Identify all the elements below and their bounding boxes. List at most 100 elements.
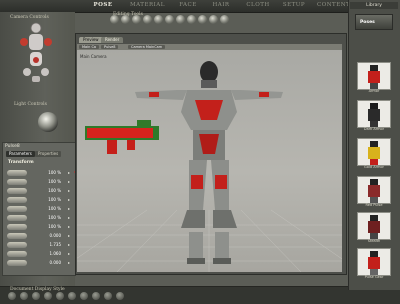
param-value[interactable]: 1.060 (41, 251, 61, 256)
tab-cloth[interactable]: CLOTH (246, 1, 270, 10)
style-cartoon-icon[interactable] (92, 292, 100, 300)
tool-translate-in-icon[interactable] (143, 15, 152, 24)
param-row[interactable]: 100 % ▸ (7, 187, 73, 195)
library-thumb[interactable] (357, 176, 391, 204)
tab-parameters[interactable]: Parameters (6, 151, 35, 157)
tool-twist-icon[interactable] (121, 15, 130, 24)
tab-setup[interactable]: SETUP (282, 1, 306, 10)
tab-face[interactable]: FACE (178, 1, 198, 10)
param-row[interactable]: 100 % ▸ (7, 205, 73, 213)
tab-render[interactable]: Render (101, 37, 124, 43)
transform-section-label[interactable]: Transform (8, 160, 34, 165)
camera-controls-label: Camera Controls (10, 15, 49, 20)
style-flat-shaded-icon[interactable] (68, 292, 76, 300)
param-dial[interactable] (7, 179, 27, 185)
figure-control-icon[interactable] (18, 22, 54, 84)
library-thumb-caption: Dark Armor (363, 127, 385, 131)
param-row[interactable]: 0.000 ▸ (7, 259, 73, 267)
tab-properties[interactable]: Properties (35, 151, 62, 157)
figure-chip[interactable]: Pulse8 (101, 45, 119, 49)
param-row[interactable]: 100 % ▸ (7, 178, 73, 186)
library-thumb[interactable] (357, 62, 391, 90)
light-control-ball[interactable] (38, 112, 58, 132)
tab-preview[interactable]: Preview (79, 37, 103, 43)
param-menu-arrow-icon[interactable]: ▸ (68, 224, 72, 229)
library-thumb[interactable] (357, 248, 391, 276)
param-menu-arrow-icon[interactable]: ▸ (68, 215, 72, 220)
parameters-panel: Pulse8 Parameters Properties Transform 1… (2, 142, 76, 276)
param-dial[interactable] (7, 242, 27, 248)
library-thumb[interactable] (357, 212, 391, 240)
param-value[interactable]: 100 % (41, 170, 61, 175)
param-dial[interactable] (7, 206, 27, 212)
param-menu-arrow-icon[interactable]: ▸ (68, 242, 72, 247)
library-thumb[interactable] (357, 138, 391, 166)
param-dial[interactable] (7, 215, 27, 221)
param-row[interactable]: 100 % ▸ (7, 214, 73, 222)
style-silhouette-icon[interactable] (8, 292, 16, 300)
tab-content[interactable]: CONTENT (317, 1, 350, 10)
param-value[interactable]: 100 % (41, 179, 61, 184)
param-menu-arrow-icon[interactable]: ▸ (68, 233, 72, 238)
param-menu-arrow-icon[interactable]: ▸ (68, 197, 72, 202)
param-menu-arrow-icon[interactable]: ▸ (68, 170, 72, 175)
figure-thumb-icon (368, 141, 380, 165)
param-value[interactable]: 100 % (41, 206, 61, 211)
param-menu-arrow-icon[interactable]: ▸ (68, 260, 72, 265)
library-thumb[interactable] (357, 100, 391, 128)
param-menu-arrow-icon[interactable]: ▸ (68, 251, 72, 256)
style-lit-wireframe-icon[interactable] (56, 292, 64, 300)
figure-thumb-icon (368, 251, 380, 275)
param-value[interactable]: 100 % (41, 224, 61, 229)
viewport-canvas[interactable] (77, 50, 342, 272)
camera-chip[interactable]: Main Ca (79, 45, 100, 49)
param-dial[interactable] (7, 197, 27, 203)
param-row[interactable]: 100 % ▸ (7, 169, 73, 177)
tool-color-icon[interactable] (187, 15, 196, 24)
param-row[interactable]: 100 % ▸ (7, 223, 73, 231)
param-value[interactable]: 100 % (41, 215, 61, 220)
style-texture-shaded-icon[interactable] (116, 292, 124, 300)
param-dial[interactable] (7, 260, 27, 266)
param-menu-arrow-icon[interactable]: ▸ (68, 206, 72, 211)
param-row[interactable]: 100 % ▸ (7, 196, 73, 204)
param-menu-arrow-icon[interactable]: ▸ (68, 188, 72, 193)
param-dial[interactable] (7, 188, 27, 194)
tab-material[interactable]: MATERIAL (130, 1, 164, 10)
param-value[interactable]: 100 % (41, 188, 61, 193)
param-dial[interactable] (7, 224, 27, 230)
param-row[interactable]: 1.060 ▸ (7, 250, 73, 258)
library-thumb-caption: Pulse Gear (364, 275, 384, 279)
param-value[interactable]: 0.000 (41, 260, 61, 265)
param-value[interactable]: 100 % (41, 197, 61, 202)
camera-select-chip[interactable]: Camera MainCam (128, 45, 166, 49)
style-flat-lined-icon[interactable] (80, 292, 88, 300)
library-thumb-caption: Red Pulse (365, 203, 383, 207)
param-dial[interactable] (7, 170, 27, 176)
param-value[interactable]: 0.000 (41, 233, 61, 238)
main-camera-label: Main Camera (80, 54, 107, 59)
library-title: Library (350, 2, 398, 9)
figure-thumb-icon (368, 65, 380, 89)
param-value[interactable]: 1.735 (41, 242, 61, 247)
tool-grouping-icon[interactable] (198, 15, 207, 24)
tool-view-magnifier-icon[interactable] (209, 15, 218, 24)
tool-translate-icon[interactable] (132, 15, 141, 24)
style-smooth-shaded-icon[interactable] (104, 292, 112, 300)
param-menu-arrow-icon[interactable]: ▸ (68, 179, 72, 184)
tool-morph-brush-icon[interactable] (220, 15, 229, 24)
tool-scale-icon[interactable] (154, 15, 163, 24)
tool-taper-icon[interactable] (165, 15, 174, 24)
tool-rotate-icon[interactable] (110, 15, 119, 24)
param-row[interactable]: 1.735 ▸ (7, 241, 73, 249)
style-wireframe-icon[interactable] (32, 292, 40, 300)
param-row[interactable]: 0.000 ▸ (7, 232, 73, 240)
library-thumb-caption: Armor (368, 89, 380, 93)
tool-chain-break-icon[interactable] (176, 15, 185, 24)
param-dial[interactable] (7, 251, 27, 257)
style-hidden-line-icon[interactable] (44, 292, 52, 300)
tab-pose[interactable]: POSE (92, 1, 114, 10)
param-dial[interactable] (7, 233, 27, 239)
tab-hair[interactable]: HAIR (211, 1, 231, 10)
style-outline-icon[interactable] (20, 292, 28, 300)
